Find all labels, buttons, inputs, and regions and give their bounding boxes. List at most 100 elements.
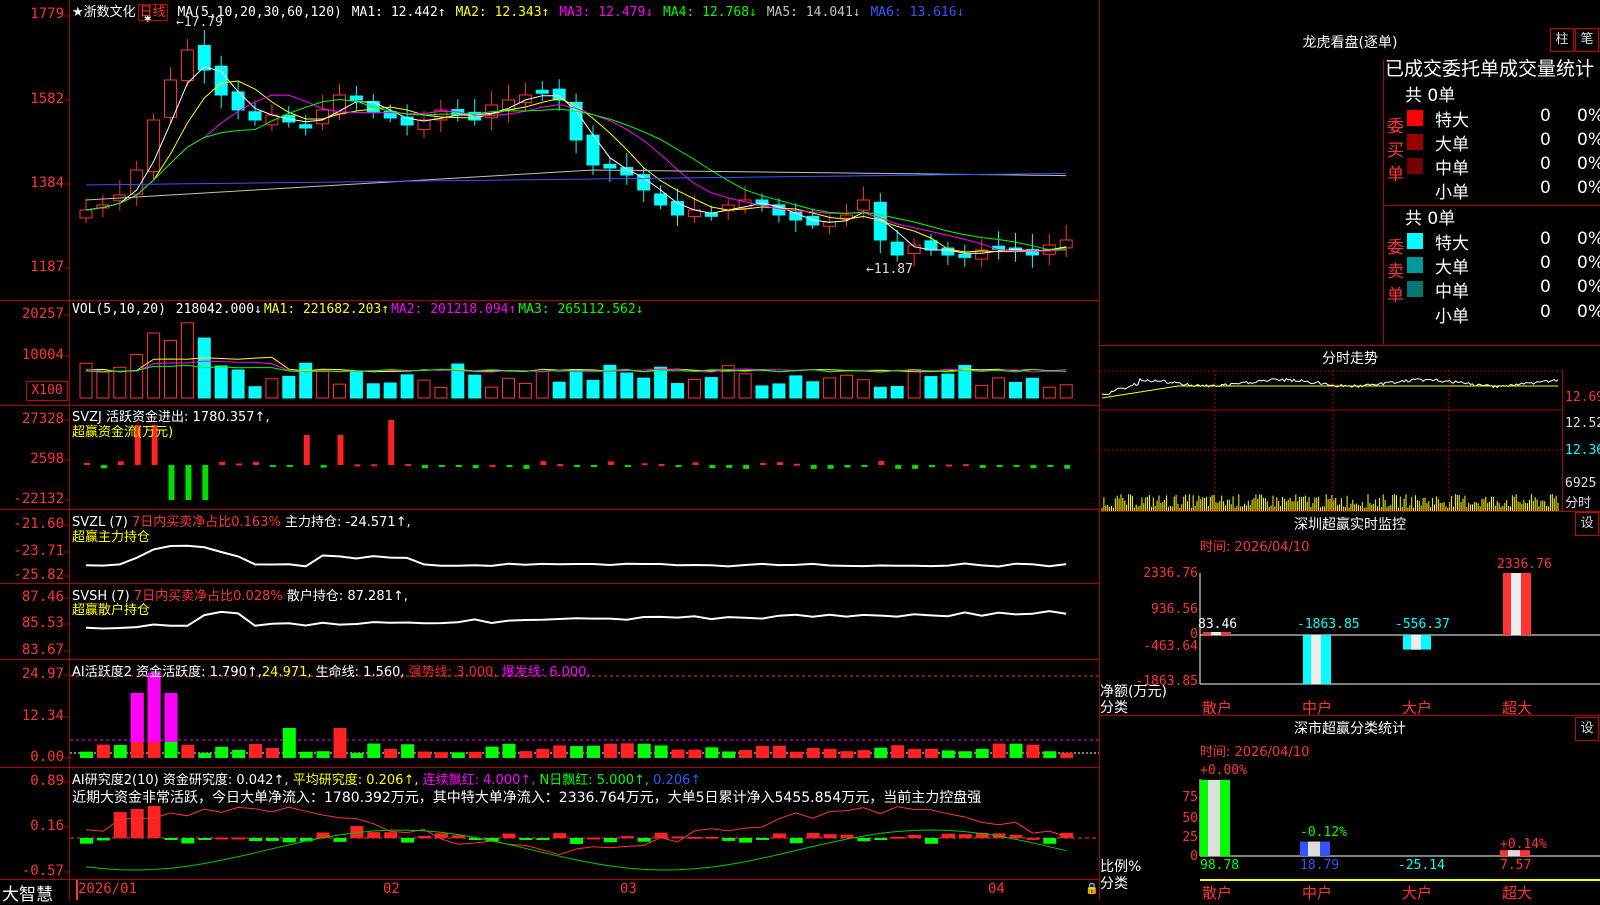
activity-bar bbox=[857, 750, 871, 758]
sell-s-pct: 0% bbox=[1577, 302, 1600, 322]
activity-bar bbox=[992, 743, 1006, 758]
classify-settings-button[interactable]: 设 bbox=[1575, 717, 1599, 741]
volume-unit-label[interactable]: X100 bbox=[26, 381, 68, 401]
date-label: 04 bbox=[988, 881, 1005, 897]
svsh-axis-label: 85.53 bbox=[21, 615, 64, 631]
volume-bar bbox=[400, 374, 414, 399]
activity-bar bbox=[1009, 743, 1023, 758]
activity-bar bbox=[908, 748, 922, 758]
fund-flow-bar bbox=[945, 464, 952, 467]
volume-bar bbox=[1009, 381, 1022, 399]
ma3-value: MA3: 12.479↓ bbox=[559, 5, 654, 20]
sell-total: 共 0单 bbox=[1405, 209, 1456, 229]
fund-flow-bar bbox=[675, 465, 682, 467]
activity-bar bbox=[367, 743, 381, 758]
volume-bar bbox=[214, 365, 228, 399]
research-bar bbox=[367, 832, 381, 838]
buy-l-label: 大单 bbox=[1435, 135, 1469, 155]
ai2-axis-label: 0.00 bbox=[30, 749, 64, 765]
buy-s-pct: 0% bbox=[1577, 178, 1600, 198]
activity-bar bbox=[1026, 744, 1040, 758]
buy-m-swatch bbox=[1407, 158, 1423, 174]
research-bar bbox=[1026, 837, 1040, 840]
brand-logo: 大智慧 bbox=[2, 885, 53, 905]
research-bar bbox=[215, 837, 229, 840]
fund-flow-bar bbox=[236, 463, 243, 466]
activity-bar bbox=[434, 752, 448, 758]
research-bar bbox=[265, 838, 279, 841]
candle bbox=[180, 49, 194, 82]
lock-icon[interactable]: 🔒 bbox=[1085, 882, 1099, 895]
classify-value-label: 98.78 bbox=[1200, 858, 1240, 873]
volume-bar bbox=[552, 381, 566, 399]
activity-bar bbox=[113, 744, 127, 758]
research-bar bbox=[519, 838, 533, 840]
research-bar bbox=[941, 833, 955, 838]
research-bar bbox=[620, 836, 634, 839]
research-bar bbox=[806, 832, 820, 838]
candle bbox=[958, 253, 972, 258]
research-bar bbox=[198, 838, 212, 840]
classify-value-label: -25.14 bbox=[1398, 858, 1445, 873]
volume-bar bbox=[1059, 384, 1073, 399]
research-bar bbox=[553, 833, 567, 838]
research-bar bbox=[418, 835, 431, 838]
monitor-settings-button[interactable]: 设 bbox=[1575, 512, 1599, 536]
activity-bar bbox=[80, 751, 93, 758]
activity-bar bbox=[215, 746, 229, 758]
activity-bar bbox=[401, 744, 415, 758]
ma1-value: MA1: 12.442↑ bbox=[351, 5, 446, 20]
fund-flow-bar bbox=[861, 465, 868, 467]
volume-bar bbox=[502, 377, 515, 399]
activity-bar bbox=[874, 747, 888, 758]
fund-flow-bar bbox=[591, 465, 597, 468]
volume-bar bbox=[349, 370, 363, 399]
fund-flow-bar bbox=[607, 461, 614, 465]
activity-bar bbox=[789, 751, 803, 758]
date-tick bbox=[76, 880, 78, 900]
candle bbox=[299, 124, 313, 129]
tick-view-button[interactable]: 笔 bbox=[1575, 28, 1599, 52]
activity-bar bbox=[96, 744, 110, 758]
fund-flow-bar bbox=[776, 462, 783, 465]
classify-top-label: -0.12% bbox=[1300, 825, 1347, 840]
volume-bar bbox=[231, 369, 245, 399]
research-bar bbox=[384, 832, 398, 838]
fund-flow-bar bbox=[253, 462, 259, 465]
candle bbox=[248, 111, 262, 121]
activity-bar bbox=[282, 728, 296, 758]
fund-flow-bar bbox=[996, 465, 1003, 467]
low-price-marker: ←11.87 bbox=[866, 262, 913, 277]
research-bar bbox=[96, 838, 110, 841]
sell-xl-swatch bbox=[1407, 233, 1423, 249]
period-selector[interactable]: 日线 bbox=[137, 4, 168, 21]
bar-view-button[interactable]: 柱 bbox=[1550, 28, 1574, 52]
activity-bar bbox=[1043, 751, 1057, 758]
volume-bar bbox=[806, 381, 820, 399]
fund-flow-bar bbox=[100, 465, 107, 469]
intraday-title: 分时走势 bbox=[1322, 351, 1378, 367]
activity-burst-bar bbox=[130, 693, 144, 742]
intraday-avg-line bbox=[1101, 385, 1558, 399]
activity-bar bbox=[756, 745, 769, 758]
vol-ma1: MA1: 221682.203↑ bbox=[263, 302, 390, 317]
fund-flow-bar bbox=[929, 465, 935, 468]
monitor-bar-label: 2336.76 bbox=[1497, 557, 1552, 572]
monitor-bar-highlight bbox=[1511, 573, 1521, 635]
fund-flow-bar bbox=[878, 461, 885, 465]
research-bar bbox=[1009, 834, 1023, 838]
fund-flow-bar bbox=[354, 464, 361, 467]
research-bar bbox=[823, 834, 837, 838]
sell-orders-label: 委卖单 bbox=[1387, 238, 1404, 306]
svzj-subtitle: 超赢资金流(万元) bbox=[72, 425, 174, 440]
fund-flow-bar bbox=[168, 465, 175, 500]
candle bbox=[349, 95, 363, 101]
research-bar bbox=[502, 833, 516, 838]
research-bar bbox=[772, 833, 786, 838]
fund-flow-bar bbox=[810, 465, 817, 469]
stock-name[interactable]: ★浙数文化 bbox=[72, 5, 136, 20]
activity-bar bbox=[722, 751, 736, 758]
volume-bar bbox=[299, 362, 313, 399]
stock-chart-canvas[interactable]: ✱ bbox=[0, 0, 1600, 900]
candle bbox=[586, 134, 600, 166]
